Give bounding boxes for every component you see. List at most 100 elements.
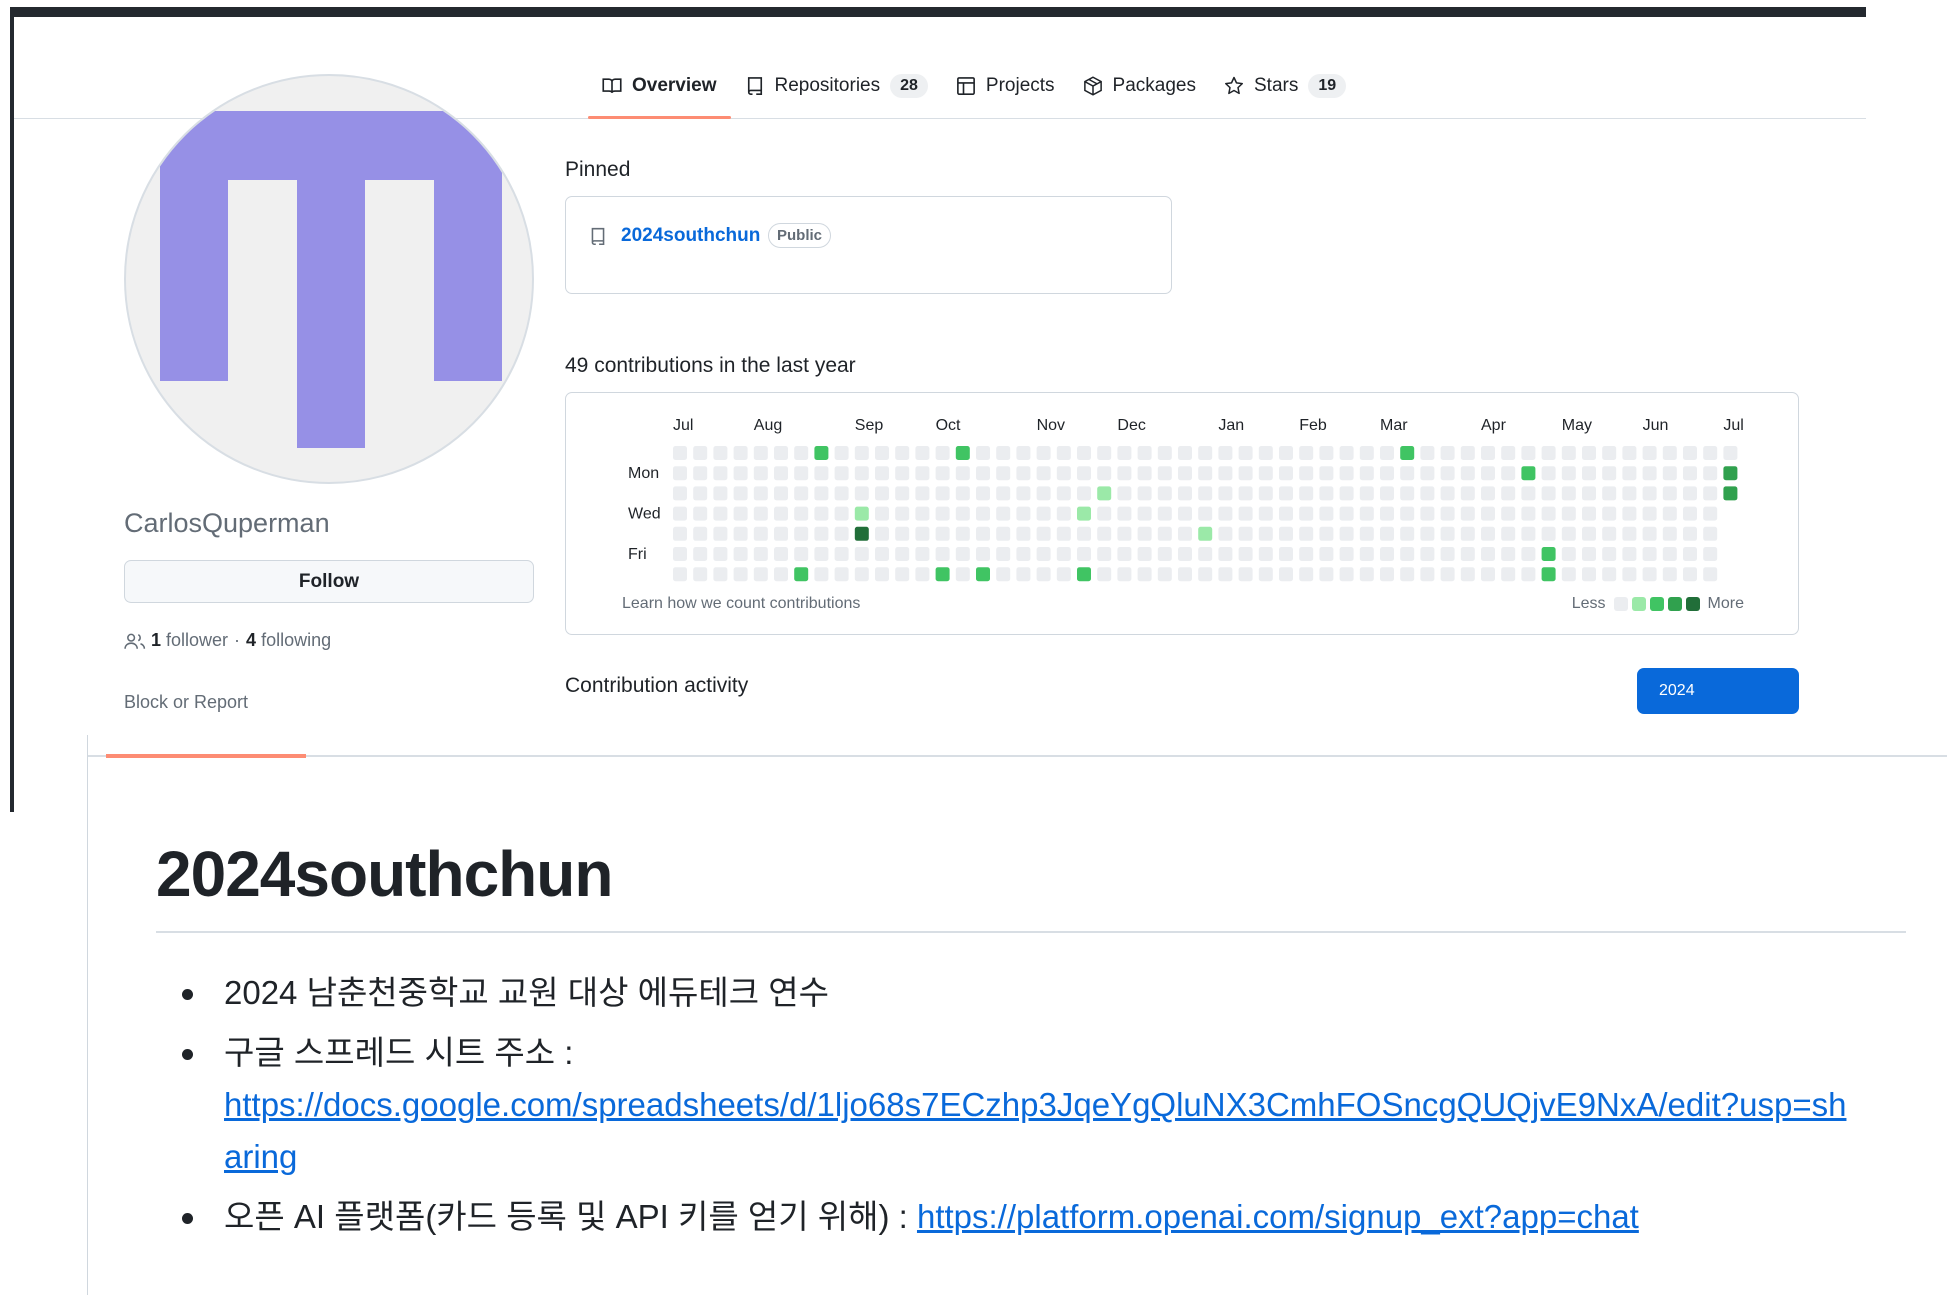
- contribution-day[interactable]: [733, 567, 748, 582]
- contribution-day[interactable]: [935, 506, 950, 521]
- contribution-day[interactable]: [1238, 466, 1253, 481]
- contribution-day[interactable]: [1178, 506, 1192, 521]
- contribution-day[interactable]: [1157, 446, 1172, 460]
- contribution-day[interactable]: [1178, 446, 1192, 460]
- contribution-day[interactable]: [1097, 526, 1112, 541]
- contribution-day[interactable]: [814, 466, 829, 481]
- contribution-day[interactable]: [875, 506, 889, 521]
- contribution-day[interactable]: [1662, 486, 1677, 501]
- following-link[interactable]: following: [261, 630, 331, 651]
- contribution-day[interactable]: [1036, 446, 1051, 460]
- contribution-day[interactable]: [733, 506, 748, 521]
- contribution-day[interactable]: [1157, 486, 1172, 501]
- contribution-day[interactable]: [1703, 506, 1718, 521]
- contribution-day[interactable]: [1380, 446, 1394, 460]
- contribution-day[interactable]: [1056, 466, 1071, 481]
- contribution-day[interactable]: [1198, 486, 1213, 501]
- contribution-day[interactable]: [1218, 446, 1233, 460]
- contribution-day[interactable]: [1642, 567, 1657, 582]
- contribution-day[interactable]: [814, 526, 829, 541]
- contribution-day[interactable]: [1319, 526, 1334, 541]
- contribution-day[interactable]: [1157, 526, 1172, 541]
- contribution-day[interactable]: [1238, 486, 1253, 501]
- contribution-day[interactable]: [935, 526, 950, 541]
- contribution-day[interactable]: [955, 506, 970, 521]
- contribution-day[interactable]: [1299, 526, 1314, 541]
- contribution-day-active[interactable]: [1541, 547, 1556, 561]
- contribution-day[interactable]: [794, 526, 809, 541]
- contribution-day[interactable]: [713, 547, 728, 561]
- contribution-day[interactable]: [1582, 446, 1596, 460]
- contribution-day[interactable]: [1359, 547, 1374, 561]
- contribution-day[interactable]: [1642, 446, 1657, 460]
- contribution-day[interactable]: [955, 547, 970, 561]
- contribution-day[interactable]: [1319, 466, 1334, 481]
- contribution-day[interactable]: [1359, 466, 1374, 481]
- contribution-day[interactable]: [1501, 446, 1516, 460]
- contribution-day[interactable]: [1561, 547, 1576, 561]
- contribution-day[interactable]: [794, 446, 809, 460]
- contribution-day[interactable]: [935, 486, 950, 501]
- following-count[interactable]: 4: [246, 630, 256, 651]
- contribution-day[interactable]: [1178, 526, 1192, 541]
- contribution-day[interactable]: [1238, 446, 1253, 460]
- contribution-day[interactable]: [834, 526, 849, 541]
- contribution-day[interactable]: [1056, 506, 1071, 521]
- contribution-day[interactable]: [1521, 526, 1536, 541]
- contribution-day[interactable]: [1238, 506, 1253, 521]
- contribution-day-active[interactable]: [814, 446, 829, 460]
- contribution-day[interactable]: [1178, 486, 1192, 501]
- contribution-day[interactable]: [1400, 526, 1415, 541]
- contribution-day[interactable]: [1339, 446, 1354, 460]
- contribution-day[interactable]: [693, 506, 708, 521]
- contribution-day[interactable]: [1521, 506, 1536, 521]
- contribution-day[interactable]: [733, 486, 748, 501]
- contribution-day[interactable]: [753, 486, 768, 501]
- contribution-day[interactable]: [915, 486, 930, 501]
- contribution-day[interactable]: [1622, 547, 1637, 561]
- contribution-day[interactable]: [1622, 567, 1637, 582]
- contribution-day[interactable]: [996, 567, 1011, 582]
- contribution-day[interactable]: [1258, 486, 1273, 501]
- contribution-day[interactable]: [1198, 567, 1213, 582]
- contribution-day[interactable]: [1218, 506, 1233, 521]
- contribution-day-active[interactable]: [1521, 466, 1536, 481]
- contribution-day[interactable]: [1440, 526, 1455, 541]
- contribution-day[interactable]: [1541, 526, 1556, 541]
- contribution-day[interactable]: [1602, 547, 1617, 561]
- contribution-day[interactable]: [1380, 486, 1394, 501]
- contribution-day[interactable]: [1501, 567, 1516, 582]
- contribution-day[interactable]: [1602, 466, 1617, 481]
- contribution-day[interactable]: [1117, 547, 1132, 561]
- contribution-day[interactable]: [1400, 547, 1415, 561]
- contribution-day-active[interactable]: [1077, 506, 1091, 521]
- contribution-day[interactable]: [774, 446, 788, 460]
- contribution-day[interactable]: [693, 526, 708, 541]
- contribution-day[interactable]: [1501, 486, 1516, 501]
- contribution-day[interactable]: [1642, 526, 1657, 541]
- contribution-day[interactable]: [1279, 547, 1293, 561]
- contribution-day[interactable]: [753, 446, 768, 460]
- contribution-day[interactable]: [693, 446, 708, 460]
- contribution-day[interactable]: [1380, 526, 1394, 541]
- contribution-day[interactable]: [1440, 446, 1455, 460]
- contribution-day[interactable]: [1077, 446, 1091, 460]
- contribution-day[interactable]: [1137, 466, 1152, 481]
- contribution-day[interactable]: [1662, 547, 1677, 561]
- contribution-day[interactable]: [1097, 446, 1112, 460]
- contribution-day[interactable]: [753, 526, 768, 541]
- contribution-day[interactable]: [1420, 567, 1435, 582]
- contribution-day[interactable]: [1056, 526, 1071, 541]
- contribution-day[interactable]: [996, 506, 1011, 521]
- contribution-day[interactable]: [834, 547, 849, 561]
- contribution-day[interactable]: [1582, 547, 1596, 561]
- followers-link[interactable]: follower: [166, 630, 228, 651]
- contribution-day[interactable]: [1561, 567, 1576, 582]
- contribution-day[interactable]: [1703, 466, 1718, 481]
- contribution-day[interactable]: [854, 547, 869, 561]
- contribution-day[interactable]: [1117, 486, 1132, 501]
- contribution-day[interactable]: [1157, 567, 1172, 582]
- spreadsheet-link[interactable]: https://docs.google.com/spreadsheets/d/1…: [224, 1086, 1846, 1175]
- contribution-day-active[interactable]: [1723, 486, 1738, 501]
- contribution-day[interactable]: [976, 547, 990, 561]
